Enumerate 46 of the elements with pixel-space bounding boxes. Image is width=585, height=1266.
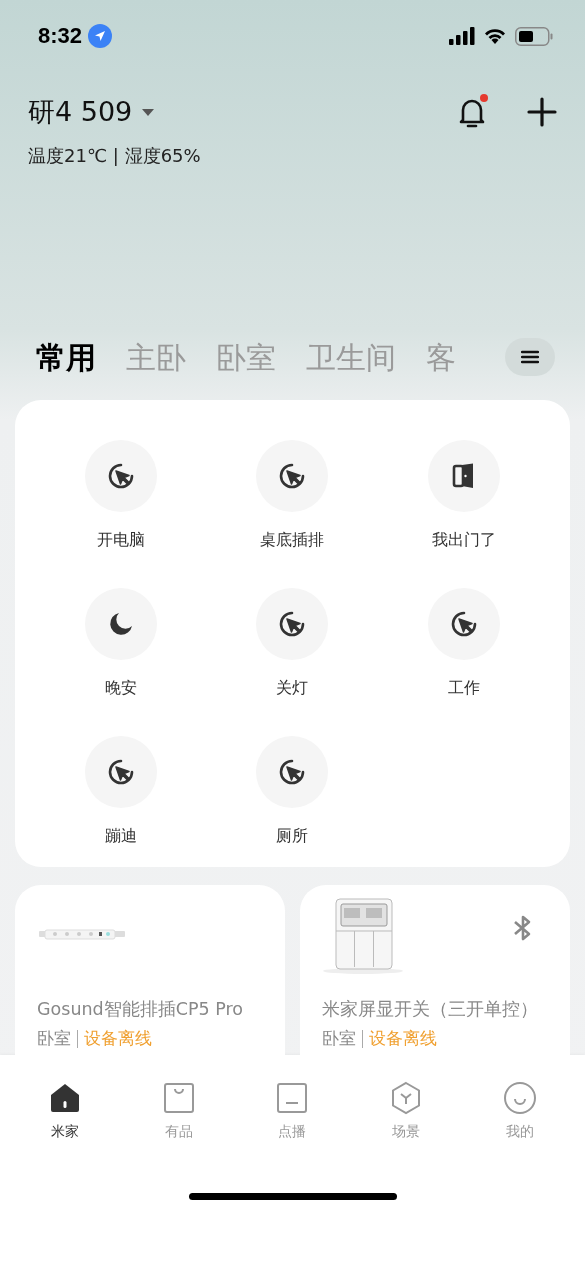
room-tab[interactable]: 卧室 [216,338,276,379]
cursor-icon [278,462,307,490]
clock: 8:32 [38,23,83,49]
device-status: 设备离线 [369,1027,437,1050]
room-tab[interactable]: 客 [426,338,456,379]
home-selector[interactable]: 研4 509 [28,94,155,130]
scene-label: 桌底插排 [260,530,325,551]
device-status: 设备离线 [84,1027,152,1050]
device-room: 卧室 [37,1027,71,1050]
room-tab[interactable]: 主卧 [126,338,186,379]
menu-button[interactable] [505,338,555,376]
device-card[interactable]: Gosund智能排插CP5 Pro 卧室 设备离线 [15,885,285,1055]
scene-label: 晚安 [104,678,137,699]
climate-reading: 温度21℃ | 湿度65% [28,144,201,168]
room-tab[interactable]: 卫生间 [306,338,396,379]
nav-tab[interactable]: 米家 [8,1081,122,1141]
device-name: Gosund智能排插CP5 Pro [37,998,244,1021]
nav-tab[interactable]: 点播 [235,1081,350,1141]
scene-label: 蹦迪 [104,826,137,847]
room-tab[interactable]: 常用 [36,338,96,379]
scene-label: 关灯 [276,678,309,699]
device-card[interactable]: 米家屏显开关（三开单控） 卧室 设备离线 [300,885,570,1055]
add-icon[interactable] [527,97,557,127]
scene-label: 开电脑 [96,530,145,551]
device-room: 卧室 [322,1027,356,1050]
cursor-icon [106,758,135,786]
cursor-icon [278,610,307,638]
cursor-icon [278,758,307,786]
battery-icon [515,26,553,46]
nav-tab[interactable]: 场景 [349,1081,464,1141]
menu-icon [521,350,539,364]
signal-icon [449,27,475,45]
cursor-icon [450,610,479,638]
scene-label: 我出门了 [432,530,497,551]
smile-icon [503,1081,538,1115]
square-icon [275,1081,310,1115]
bag-icon [161,1081,196,1115]
scene-label: 厕所 [276,826,309,847]
location-icon [88,24,113,48]
device-name: 米家屏显开关（三开单控） [322,998,539,1021]
nav-tab[interactable]: 我的 [463,1081,577,1141]
caret-icon [142,108,155,116]
wifi-icon [483,27,507,45]
nav-tab[interactable]: 有品 [121,1081,236,1141]
scene-label: 工作 [448,678,481,699]
cursor-icon [106,462,135,490]
